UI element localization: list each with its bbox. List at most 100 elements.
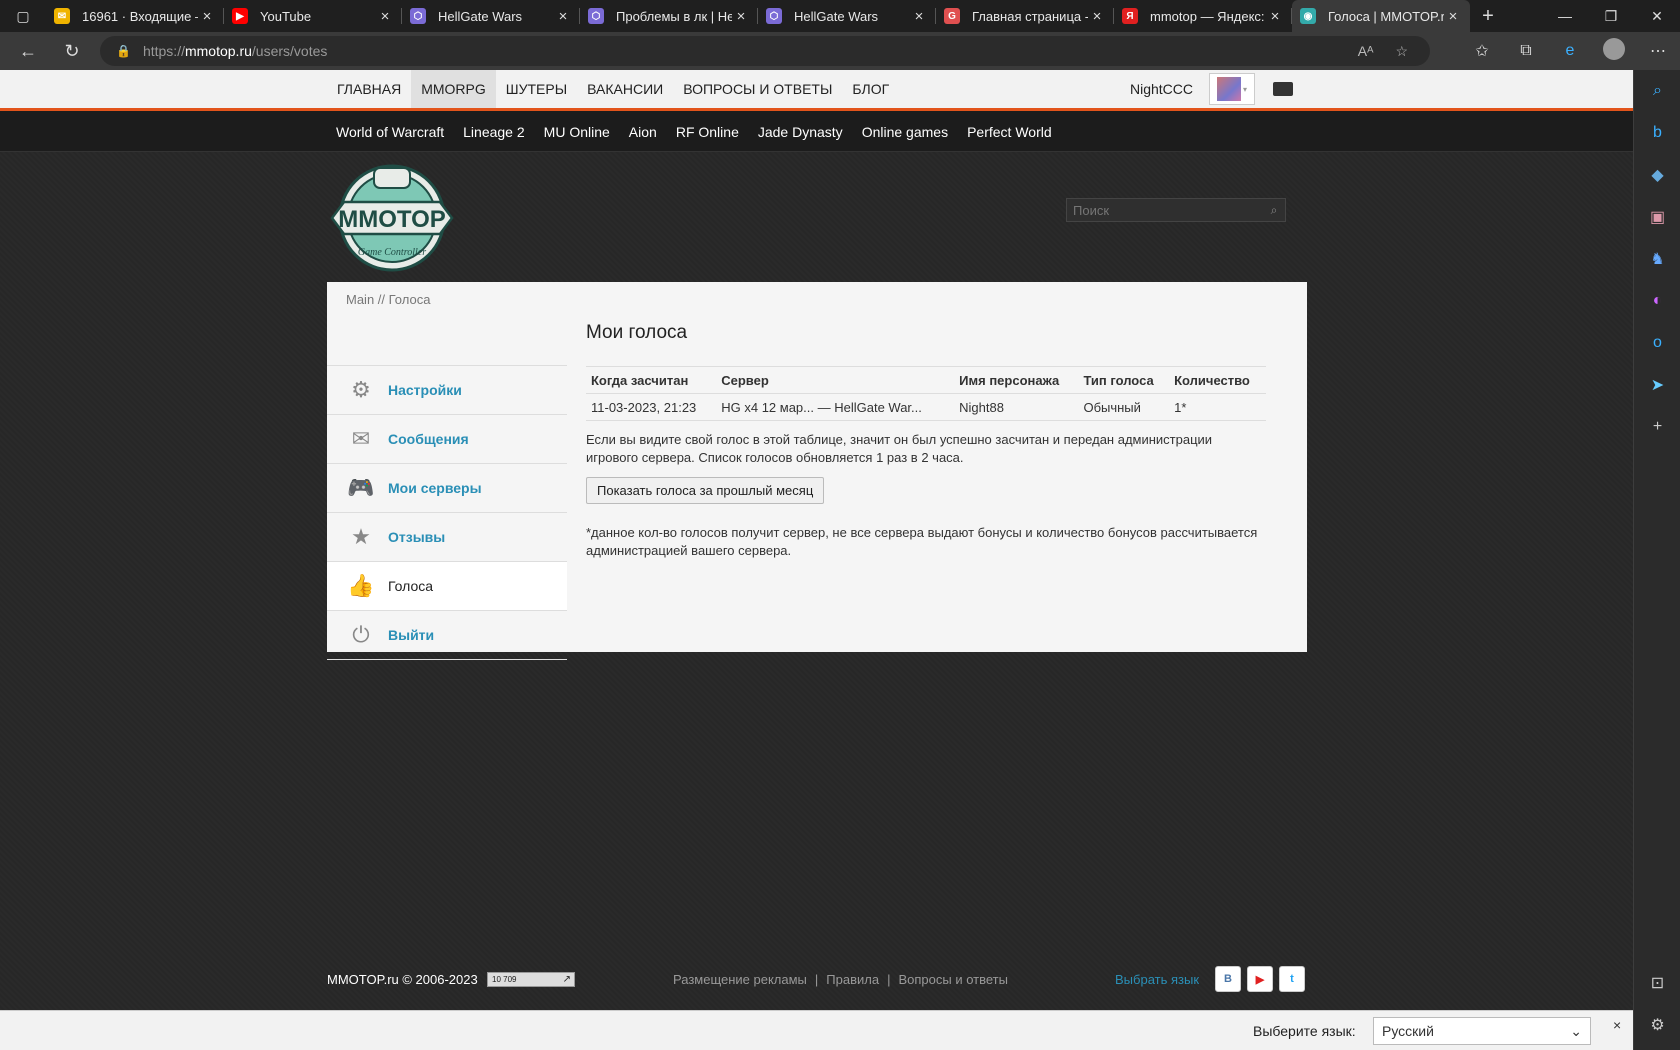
tab-favicon-icon: ⬡ <box>588 8 604 24</box>
browser-tab[interactable]: G Главная страница - (× <box>936 0 1114 32</box>
search-input[interactable] <box>1073 202 1263 218</box>
browser-tab[interactable]: ⬡ Проблемы в лк | Hel × <box>580 0 758 32</box>
game-link-perfect-world[interactable]: Perfect World <box>967 124 1052 140</box>
profile-avatar[interactable] <box>1592 37 1636 65</box>
mmotop-logo[interactable]: MMOTOP Game Controller <box>328 160 456 272</box>
sidebar-settings-icon[interactable]: ⚙ <box>1634 1004 1680 1046</box>
menu-item-label: Настройки <box>388 382 462 398</box>
tab-close-icon[interactable]: × <box>910 8 928 25</box>
menu-item-logout[interactable]: ⏻ Выйти <box>327 611 567 660</box>
refresh-icon[interactable]: ↻ <box>50 32 94 70</box>
browser-tab[interactable]: ✉ 16961 · Входящие — × <box>46 0 224 32</box>
show-last-month-button[interactable]: Показать голоса за прошлый месяц <box>586 477 825 504</box>
add-sidebar-item-icon[interactable]: + <box>1634 406 1680 448</box>
menu-item-reviews[interactable]: ★ Отзывы <box>327 513 567 562</box>
username[interactable]: NightCCC <box>1130 81 1193 97</box>
menu-item-votes[interactable]: 👍 Голоса <box>327 562 567 611</box>
tab-actions-icon[interactable]: ▢ <box>0 0 46 32</box>
tab-close-icon[interactable]: × <box>1088 8 1106 25</box>
tab-title: HellGate Wars <box>438 8 523 24</box>
close-window-icon[interactable]: ✕ <box>1634 0 1680 32</box>
close-language-bar-icon[interactable]: × <box>1613 1017 1621 1033</box>
outlook-icon[interactable]: o <box>1634 322 1680 364</box>
collections-icon[interactable]: ⧉ <box>1504 42 1548 60</box>
breadcrumb[interactable]: Main // Голоса <box>346 292 430 307</box>
tools-briefcase-icon[interactable]: ▣ <box>1634 196 1680 238</box>
choose-language-link[interactable]: Выбрать язык <box>1115 972 1199 987</box>
language-select[interactable]: Русский ⌄ <box>1373 1017 1591 1045</box>
mail-icon[interactable] <box>1273 82 1294 96</box>
bing-icon[interactable]: b <box>1634 112 1680 154</box>
tab-close-icon[interactable]: × <box>1266 8 1284 25</box>
cell-when: 11-03-2023, 21:23 <box>586 393 717 421</box>
read-aloud-icon[interactable]: Aᴬ <box>1358 43 1374 59</box>
game-link-mu-online[interactable]: MU Online <box>544 124 610 140</box>
sidebar-layout-icon[interactable]: ⊡ <box>1634 962 1680 1004</box>
game-link-lineage2[interactable]: Lineage 2 <box>463 124 525 140</box>
tab-close-icon[interactable]: × <box>1444 8 1462 25</box>
footer-link-rules[interactable]: Правила <box>826 972 879 987</box>
tab-close-icon[interactable]: × <box>376 8 394 25</box>
language-label: Выберите язык: <box>1253 1023 1356 1039</box>
restore-icon[interactable]: ❐ <box>1588 0 1634 32</box>
game-link-rf-online[interactable]: RF Online <box>676 124 739 140</box>
nav-mmorpg[interactable]: MMORPG <box>411 70 496 108</box>
office-icon[interactable]: ◐ <box>1634 280 1680 322</box>
table-row: 11-03-2023, 21:23 HG x4 12 мар... — Hell… <box>586 393 1266 421</box>
browser-tab[interactable]: Яmmotop — Яндекс: н × <box>1114 0 1292 32</box>
game-link-jade-dynasty[interactable]: Jade Dynasty <box>758 124 843 140</box>
footer-link-ads[interactable]: Размещение рекламы <box>673 972 807 987</box>
page-title: Мои голоса <box>586 322 688 343</box>
browser-tab[interactable]: ⬡ HellGate Wars × <box>758 0 936 32</box>
add-favorite-icon[interactable]: ☆ <box>1395 43 1408 60</box>
footer-link-faq[interactable]: Вопросы и ответы <box>898 972 1007 987</box>
game-link-online-games[interactable]: Online games <box>862 124 948 140</box>
back-icon[interactable]: ← <box>6 32 50 70</box>
nav-qa[interactable]: ВОПРОСЫ И ОТВЕТЫ <box>673 70 842 108</box>
nav-blog[interactable]: БЛОГ <box>842 70 899 108</box>
new-tab-button[interactable]: + <box>1470 5 1506 28</box>
vk-icon[interactable]: В <box>1215 966 1241 992</box>
visit-counter[interactable]: 10 709 ↗ <box>487 972 575 987</box>
browser-tab[interactable]: ⬡ HellGate Wars × <box>402 0 580 32</box>
menu-item-settings[interactable]: ⚙ Настройки <box>327 366 567 415</box>
tab-title: Главная страница - ( <box>972 8 1088 24</box>
menu-item-my-servers[interactable]: 🎮 Мои серверы <box>327 464 567 513</box>
nav-home[interactable]: ГЛАВНАЯ <box>327 70 411 108</box>
more-menu-icon[interactable]: ⋯ <box>1636 41 1680 61</box>
tab-close-icon[interactable]: × <box>198 8 216 25</box>
browser-tab[interactable]: ◉ Голоса | MMOTOP.ru × <box>1292 0 1470 32</box>
gamepad-icon: 🎮 <box>347 475 375 500</box>
logo-text: MMOTOP <box>338 206 446 233</box>
nav-vacancies[interactable]: ВАКАНСИИ <box>577 70 673 108</box>
menu-item-label: Мои серверы <box>388 480 482 496</box>
address-bar[interactable]: 🔒 https://mmotop.ru/users/votes <box>100 36 1430 66</box>
browser-tab[interactable]: ▶ YouTube × <box>224 0 402 32</box>
game-link-wow[interactable]: World of Warcraft <box>336 124 444 140</box>
copyright: MMOTOP.ru © 2006-2023 <box>327 972 478 987</box>
send-icon[interactable]: ➤ <box>1634 364 1680 406</box>
edge-extension-icon[interactable]: e <box>1548 42 1592 60</box>
minimize-icon[interactable]: — <box>1542 0 1588 32</box>
shopping-tag-icon[interactable]: ◆ <box>1634 154 1680 196</box>
search-icon[interactable]: ⌕ <box>1263 203 1285 218</box>
favorites-icon[interactable]: ✩ <box>1460 41 1504 61</box>
user-avatar[interactable]: ▾ <box>1209 73 1256 105</box>
main-panel: Main // Голоса ⚙ Настройки ✉ Сообщения 🎮… <box>327 282 1307 660</box>
url-prefix: https:// <box>142 43 185 59</box>
nav-shooters[interactable]: ШУТЕРЫ <box>496 70 577 108</box>
tab-close-icon[interactable]: × <box>554 8 572 25</box>
tab-title: Голоса | MMOTOP.ru <box>1328 8 1444 24</box>
menu-item-messages[interactable]: ✉ Сообщения <box>327 415 567 464</box>
games-icon[interactable]: ♞ <box>1634 238 1680 280</box>
votes-footnote: *данное кол-во голосов получит сервер, н… <box>586 525 1258 558</box>
twitter-icon[interactable]: t <box>1279 966 1305 992</box>
url-host: mmotop.ru <box>184 43 252 59</box>
search-icon[interactable]: ⌕ <box>1634 70 1680 112</box>
counter-value: 10 709 <box>492 975 517 984</box>
game-link-aion[interactable]: Aion <box>629 124 657 140</box>
tab-close-icon[interactable]: × <box>732 8 750 25</box>
browser-toolbar: ← ↻ 🔒 https://mmotop.ru/users/votes Aᴬ ☆… <box>0 32 1680 70</box>
game-nav: World of Warcraft Lineage 2 MU Online Ai… <box>0 111 1633 152</box>
youtube-icon[interactable]: ▶ <box>1247 966 1273 992</box>
